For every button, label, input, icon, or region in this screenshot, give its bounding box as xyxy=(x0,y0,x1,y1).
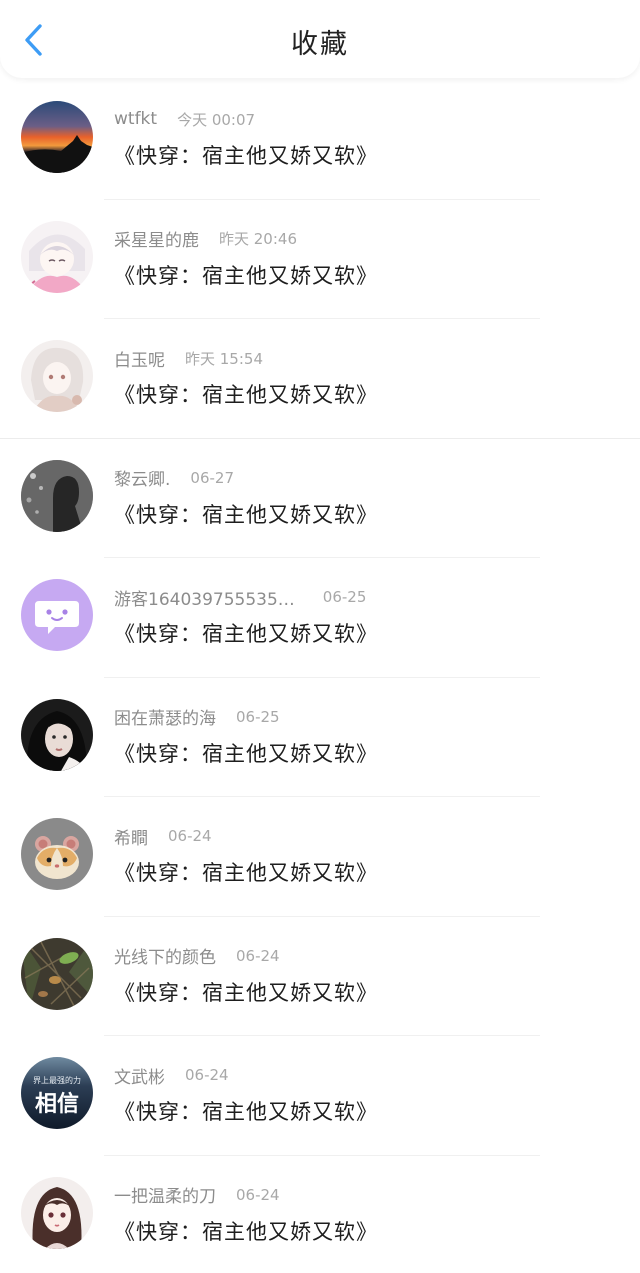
item-meta: wtfkt 今天 00:07 xyxy=(114,108,255,130)
item-meta: 困在萧瑟的海 06-25 xyxy=(114,704,280,730)
timestamp: 今天 00:07 xyxy=(177,110,256,129)
book-title: 《快穿：宿主他又娇又软》 xyxy=(114,980,378,1005)
username[interactable]: 游客164039755535… xyxy=(114,585,295,610)
page-title: 收藏 xyxy=(291,29,349,60)
item-meta: 黎云卿. 06-27 xyxy=(114,465,234,491)
avatar[interactable] xyxy=(21,1176,93,1249)
avatar-text: 相信 xyxy=(35,1091,79,1117)
list-item[interactable]: 一把温柔的刀 06-24 《快穿：宿主他又娇又软》 xyxy=(0,1156,640,1273)
sunset-silhouette-avatar-icon xyxy=(21,101,93,173)
timestamp: 06-24 xyxy=(168,827,212,845)
avatar[interactable] xyxy=(21,818,93,890)
item-meta: 采星星的鹿 昨天 20:46 xyxy=(114,226,297,251)
book-title: 《快穿：宿主他又娇又软》 xyxy=(114,383,378,407)
book-title: 《快穿：宿主他又娇又软》 xyxy=(114,1219,378,1244)
book-title: 《快穿：宿主他又娇又软》 xyxy=(114,1100,378,1124)
timestamp: 06-24 xyxy=(185,1066,229,1084)
username[interactable]: 文武彬 xyxy=(114,1063,165,1088)
avatar[interactable] xyxy=(21,698,93,771)
item-meta: 一把温柔的刀 06-24 xyxy=(114,1182,280,1208)
list-item[interactable]: 白玉呢 昨天 15:54 《快穿：宿主他又娇又软》 xyxy=(0,319,640,439)
night-silhouette-avatar-icon xyxy=(21,459,93,532)
avatar[interactable]: 界上最强的力 相信 xyxy=(21,1057,93,1129)
list-item[interactable]: 采星星的鹿 昨天 20:46 《快穿：宿主他又娇又软》 xyxy=(0,200,640,319)
anime-girl-brown-hair-avatar-icon xyxy=(21,1176,93,1249)
book-title: 《快穿：宿主他又娇又软》 xyxy=(114,861,378,885)
username[interactable]: 采星星的鹿 xyxy=(114,226,199,251)
dark-portrait-avatar-icon xyxy=(21,698,93,771)
timestamp: 昨天 20:46 xyxy=(219,230,297,248)
timestamp: 06-24 xyxy=(236,1185,280,1204)
timestamp: 06-24 xyxy=(236,946,280,965)
username[interactable]: 困在萧瑟的海 xyxy=(114,704,216,729)
item-meta: 文武彬 06-24 xyxy=(114,1063,229,1088)
item-meta: 希瞷 06-24 xyxy=(114,824,212,849)
avatar[interactable] xyxy=(21,340,93,412)
list-item[interactable]: 光线下的颜色 06-24 《快穿：宿主他又娇又软》 xyxy=(0,917,640,1036)
item-meta: 光线下的颜色 06-24 xyxy=(114,943,280,969)
list-item[interactable]: wtfkt 今天 00:07 《快穿：宿主他又娇又软》 xyxy=(0,80,640,200)
anime-girl-white-avatar-icon xyxy=(21,340,93,412)
username[interactable]: 黎云卿. xyxy=(114,465,170,490)
book-title: 《快穿：宿主他又娇又软》 xyxy=(114,263,378,288)
username[interactable]: 一把温柔的刀 xyxy=(114,1182,216,1207)
header-bar: 收藏 xyxy=(0,0,640,78)
list-item[interactable]: 界上最强的力 相信 文武彬 06-24 《快穿：宿主他又娇又软》 xyxy=(0,1036,640,1156)
avatar-subtext: 界上最强的力 xyxy=(33,1075,81,1085)
avatar[interactable] xyxy=(21,101,93,173)
list-item[interactable]: 困在萧瑟的海 06-25 《快穿：宿主他又娇又软》 xyxy=(0,678,640,797)
forest-floor-avatar-icon xyxy=(21,937,93,1010)
timestamp: 06-25 xyxy=(236,707,280,726)
book-title: 《快穿：宿主他又娇又软》 xyxy=(114,502,378,527)
hamster-emoji-avatar-icon xyxy=(21,818,93,890)
list-item[interactable]: 希瞷 06-24 《快穿：宿主他又娇又软》 xyxy=(0,797,640,917)
book-title: 《快穿：宿主他又娇又软》 xyxy=(114,741,378,766)
list-item[interactable]: 黎云卿. 06-27 《快穿：宿主他又娇又软》 xyxy=(0,439,640,558)
username[interactable]: 希瞷 xyxy=(114,824,148,849)
timestamp: 昨天 15:54 xyxy=(185,349,263,368)
favorites-list: wtfkt 今天 00:07 《快穿：宿主他又娇又软》 采星星的鹿 昨天 20:… xyxy=(0,80,640,1273)
book-title: 《快穿：宿主他又娇又软》 xyxy=(114,622,378,646)
xiangxin-text-avatar-icon: 界上最强的力 相信 xyxy=(21,1057,93,1129)
timestamp: 06-27 xyxy=(190,468,234,487)
anime-girl-pink-avatar-icon xyxy=(21,220,93,293)
avatar[interactable] xyxy=(21,579,93,651)
username[interactable]: wtfkt xyxy=(114,109,157,129)
avatar[interactable] xyxy=(21,220,93,293)
avatar[interactable] xyxy=(21,937,93,1010)
avatar[interactable] xyxy=(21,459,93,532)
book-title: 《快穿：宿主他又娇又软》 xyxy=(114,144,378,168)
item-meta: 游客164039755535… 06-25 xyxy=(114,585,367,610)
purple-chat-bubble-avatar-icon xyxy=(21,579,93,651)
timestamp: 06-25 xyxy=(322,588,367,606)
username[interactable]: 光线下的颜色 xyxy=(114,943,216,968)
item-meta: 白玉呢 昨天 15:54 xyxy=(114,346,263,371)
username[interactable]: 白玉呢 xyxy=(114,346,165,371)
app-root: 收藏 wtfkt 今天 00:07 《快穿：宿主他又娇又软》 采星星的鹿 昨天 … xyxy=(0,0,640,1273)
list-item[interactable]: 游客164039755535… 06-25 《快穿：宿主他又娇又软》 xyxy=(0,558,640,678)
